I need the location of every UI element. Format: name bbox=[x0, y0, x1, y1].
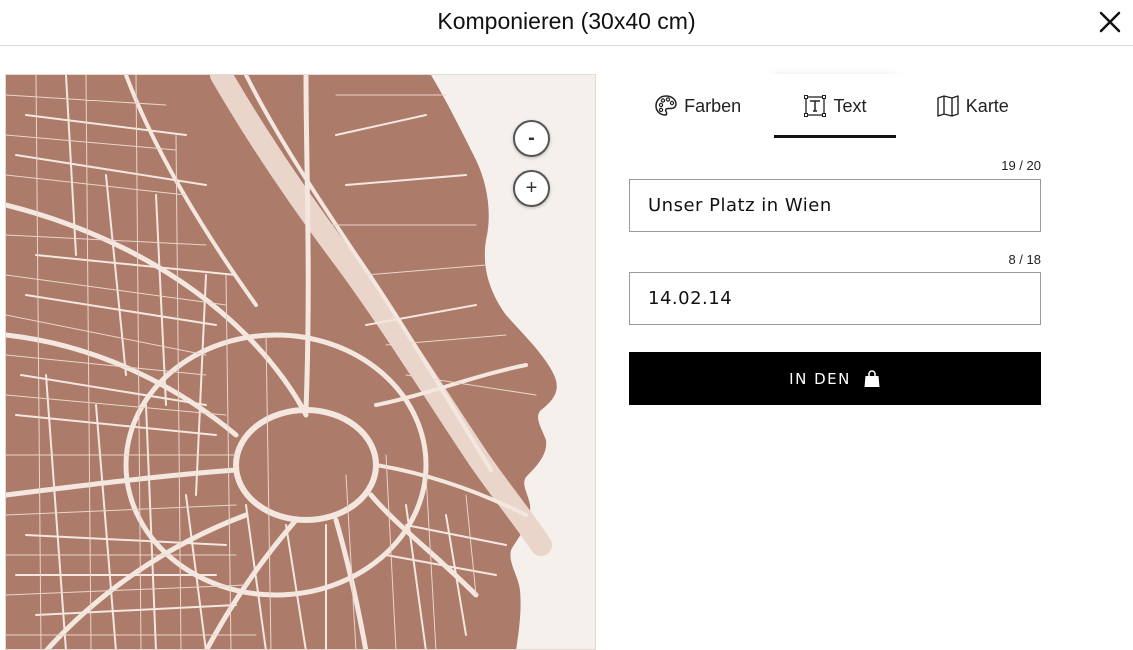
tab-text[interactable]: Text bbox=[766, 74, 903, 138]
map-icon bbox=[937, 95, 959, 117]
city-map[interactable] bbox=[6, 75, 596, 650]
palette-icon bbox=[655, 95, 677, 116]
text-line1-input[interactable] bbox=[629, 179, 1041, 232]
zoom-in-button[interactable]: + bbox=[513, 170, 550, 207]
editor-tabs: Farben Text Karte bbox=[629, 74, 1041, 138]
shopping-bag-icon bbox=[864, 369, 880, 387]
close-button[interactable] bbox=[1097, 9, 1123, 35]
map-preview[interactable]: - + bbox=[5, 74, 596, 650]
add-to-cart-button[interactable]: IN DEN bbox=[629, 352, 1041, 405]
add-to-cart-label: IN DEN bbox=[789, 369, 851, 388]
char-counter-line1: 19 / 20 bbox=[1001, 158, 1041, 173]
text-frame-icon bbox=[804, 95, 827, 117]
header: Komponieren (30x40 cm) bbox=[0, 0, 1133, 46]
tab-label: Text bbox=[833, 95, 867, 116]
char-counter-line2: 8 / 18 bbox=[1008, 252, 1041, 267]
page-title: Komponieren (30x40 cm) bbox=[437, 8, 696, 34]
tab-karte[interactable]: Karte bbox=[904, 74, 1041, 138]
tab-farben[interactable]: Farben bbox=[629, 74, 766, 138]
zoom-out-button[interactable]: - bbox=[513, 120, 550, 157]
tab-label: Farben bbox=[684, 95, 742, 116]
arterial bbox=[303, 75, 311, 413]
close-icon bbox=[1099, 11, 1121, 33]
text-line2-input[interactable] bbox=[629, 272, 1041, 325]
tab-label: Karte bbox=[965, 95, 1009, 116]
